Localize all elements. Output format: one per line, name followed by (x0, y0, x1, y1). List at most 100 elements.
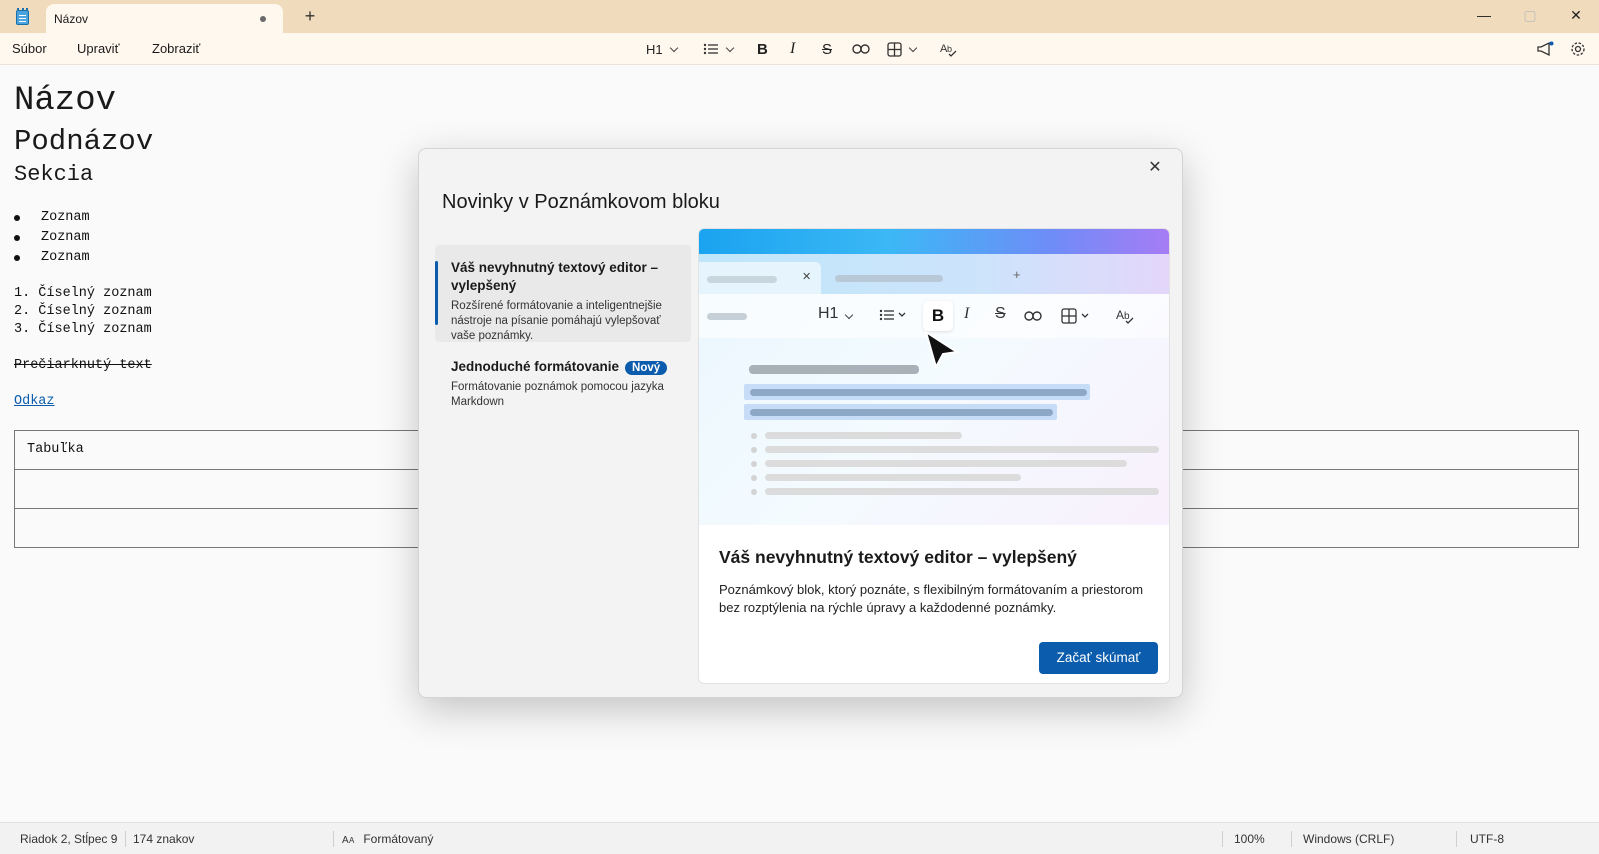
document-tab[interactable]: Názov (46, 4, 283, 33)
list-dropdown[interactable] (703, 39, 735, 59)
unsaved-dot-icon[interactable] (260, 16, 266, 22)
svg-text:A: A (342, 835, 349, 844)
doc-link[interactable]: Odkaz (14, 394, 55, 409)
heading-label: H1 (646, 41, 663, 57)
title-bar: Názov + — ▢ ✕ (0, 0, 1599, 33)
placeholder-bar (765, 488, 1159, 495)
bullet-icon (751, 433, 757, 439)
spellcheck-button[interactable]: Ab (940, 39, 958, 59)
whats-new-dialog: ✕ Novinky v Poznámkovom bloku Váš nevyhn… (418, 148, 1183, 698)
illustration-titlebar (699, 229, 1169, 254)
new-badge: Nový (625, 361, 668, 375)
numbered-item[interactable]: 3. Číselný zoznam (14, 322, 152, 337)
dialog-close-button[interactable]: ✕ (1144, 157, 1166, 179)
table-icon (887, 41, 902, 57)
svg-text:A: A (349, 836, 355, 844)
format-mode-button[interactable]: AA Formátovaný (342, 832, 433, 846)
doc-subtitle[interactable]: Podnázov (14, 125, 153, 158)
maximize-button[interactable]: ▢ (1507, 0, 1553, 30)
numbered-item[interactable]: 1. Číselný zoznam (14, 286, 152, 301)
line-endings[interactable]: Windows (CRLF) (1303, 832, 1394, 846)
divider (1456, 831, 1457, 847)
doc-section[interactable]: Sekcia (14, 162, 93, 187)
nav-item-editor[interactable]: Váš nevyhnutný textový editor – vylepšen… (435, 245, 691, 342)
illustration-close-icon: ✕ (802, 271, 812, 283)
italic-button[interactable]: I (790, 39, 795, 59)
divider (125, 831, 126, 847)
placeholder-bar (749, 365, 919, 374)
illustration-tab: ✕ (699, 262, 821, 294)
announcements-button[interactable] (1536, 39, 1554, 59)
dialog-title: Novinky v Poznámkovom bloku (442, 191, 720, 213)
illustration-tabstrip: ✕ + (699, 254, 1169, 294)
placeholder-bar (750, 389, 1087, 396)
cursor-arrow-icon (924, 330, 960, 370)
strikethrough-text[interactable]: Prečiarknutý text (14, 358, 152, 373)
char-count: 174 znakov (133, 832, 195, 846)
illustration-add-icon: + (1013, 267, 1021, 282)
illustration-heading: H1 (818, 305, 854, 323)
bullet-icon (14, 255, 20, 261)
chevron-down-icon (669, 43, 678, 52)
illustration-table-icon (1061, 308, 1093, 329)
bold-button[interactable]: B (757, 39, 768, 59)
illustration-strike-icon: S (995, 305, 1006, 322)
bullet-icon (751, 475, 757, 481)
illustration-bold-icon: B (923, 301, 953, 331)
menu-view[interactable]: Zobraziť (152, 41, 200, 56)
doc-title[interactable]: Názov (14, 82, 116, 120)
illustration-italic-icon: I (964, 305, 970, 322)
table-dropdown[interactable] (887, 39, 918, 59)
highlighted-text (744, 404, 1057, 420)
minimize-button[interactable]: — (1461, 0, 1507, 30)
placeholder-bar (765, 446, 1159, 453)
link-icon (852, 44, 870, 54)
zoom-level[interactable]: 100% (1234, 832, 1265, 846)
nav-item-formatting[interactable]: Jednoduché formátovanie Nový Formátovanie… (451, 359, 691, 410)
format-icon: AA (342, 835, 355, 846)
nav-item-desc: Rozšírené formátovanie a inteligentnejši… (451, 300, 662, 342)
settings-button[interactable] (1570, 39, 1586, 59)
bullet-icon (751, 461, 757, 467)
nav-item-heading: Váš nevyhnutný textový editor – vylepšen… (451, 260, 659, 293)
list-item[interactable]: Zoznam (41, 230, 90, 245)
feature-description: Poznámkový blok, ktorý poznáte, s flexib… (719, 582, 1144, 615)
divider (1222, 831, 1223, 847)
illustration-link-icon (1024, 309, 1042, 327)
svg-text:A: A (1116, 308, 1124, 322)
menu-file[interactable]: Súbor (12, 41, 47, 56)
highlighted-text (744, 384, 1090, 400)
feature-illustration: ✕ + H1 B I S Ab (699, 229, 1169, 525)
list-item[interactable]: Zoznam (41, 210, 90, 225)
feature-title: Váš nevyhnutný textový editor – vylepšen… (719, 547, 1077, 567)
divider (333, 831, 334, 847)
selection-indicator (435, 261, 438, 325)
bullet-icon (14, 215, 20, 221)
bullet-icon (751, 489, 757, 495)
placeholder-bar (765, 460, 1127, 467)
close-button[interactable]: ✕ (1553, 0, 1599, 30)
bullet-icon (751, 447, 757, 453)
svg-text:b: b (1124, 311, 1130, 322)
bullet-icon (14, 235, 20, 241)
start-exploring-button[interactable]: Začať skúmať (1039, 642, 1158, 674)
placeholder-bar (707, 313, 747, 320)
encoding[interactable]: UTF-8 (1470, 832, 1504, 846)
table-cell[interactable]: Tabuľka (27, 442, 84, 457)
numbered-item[interactable]: 2. Číselný zoznam (14, 304, 152, 319)
heading-dropdown[interactable]: H1 (646, 39, 678, 59)
strikethrough-button[interactable]: S (822, 39, 832, 59)
placeholder-bar (835, 275, 943, 282)
chevron-down-icon (845, 310, 854, 320)
new-tab-button[interactable]: + (300, 6, 320, 26)
placeholder-bar (750, 409, 1053, 416)
format-mode-label: Formátovaný (363, 832, 434, 846)
spellcheck-icon: Ab (940, 43, 957, 57)
link-button[interactable] (852, 39, 870, 59)
menu-bar: Súbor Upraviť Zobraziť H1 B I S Ab (0, 33, 1599, 65)
menu-edit[interactable]: Upraviť (77, 41, 119, 56)
svg-text:b: b (947, 44, 952, 54)
list-item[interactable]: Zoznam (41, 250, 90, 265)
illustration-list-icon (879, 308, 909, 327)
megaphone-icon (1537, 41, 1554, 57)
